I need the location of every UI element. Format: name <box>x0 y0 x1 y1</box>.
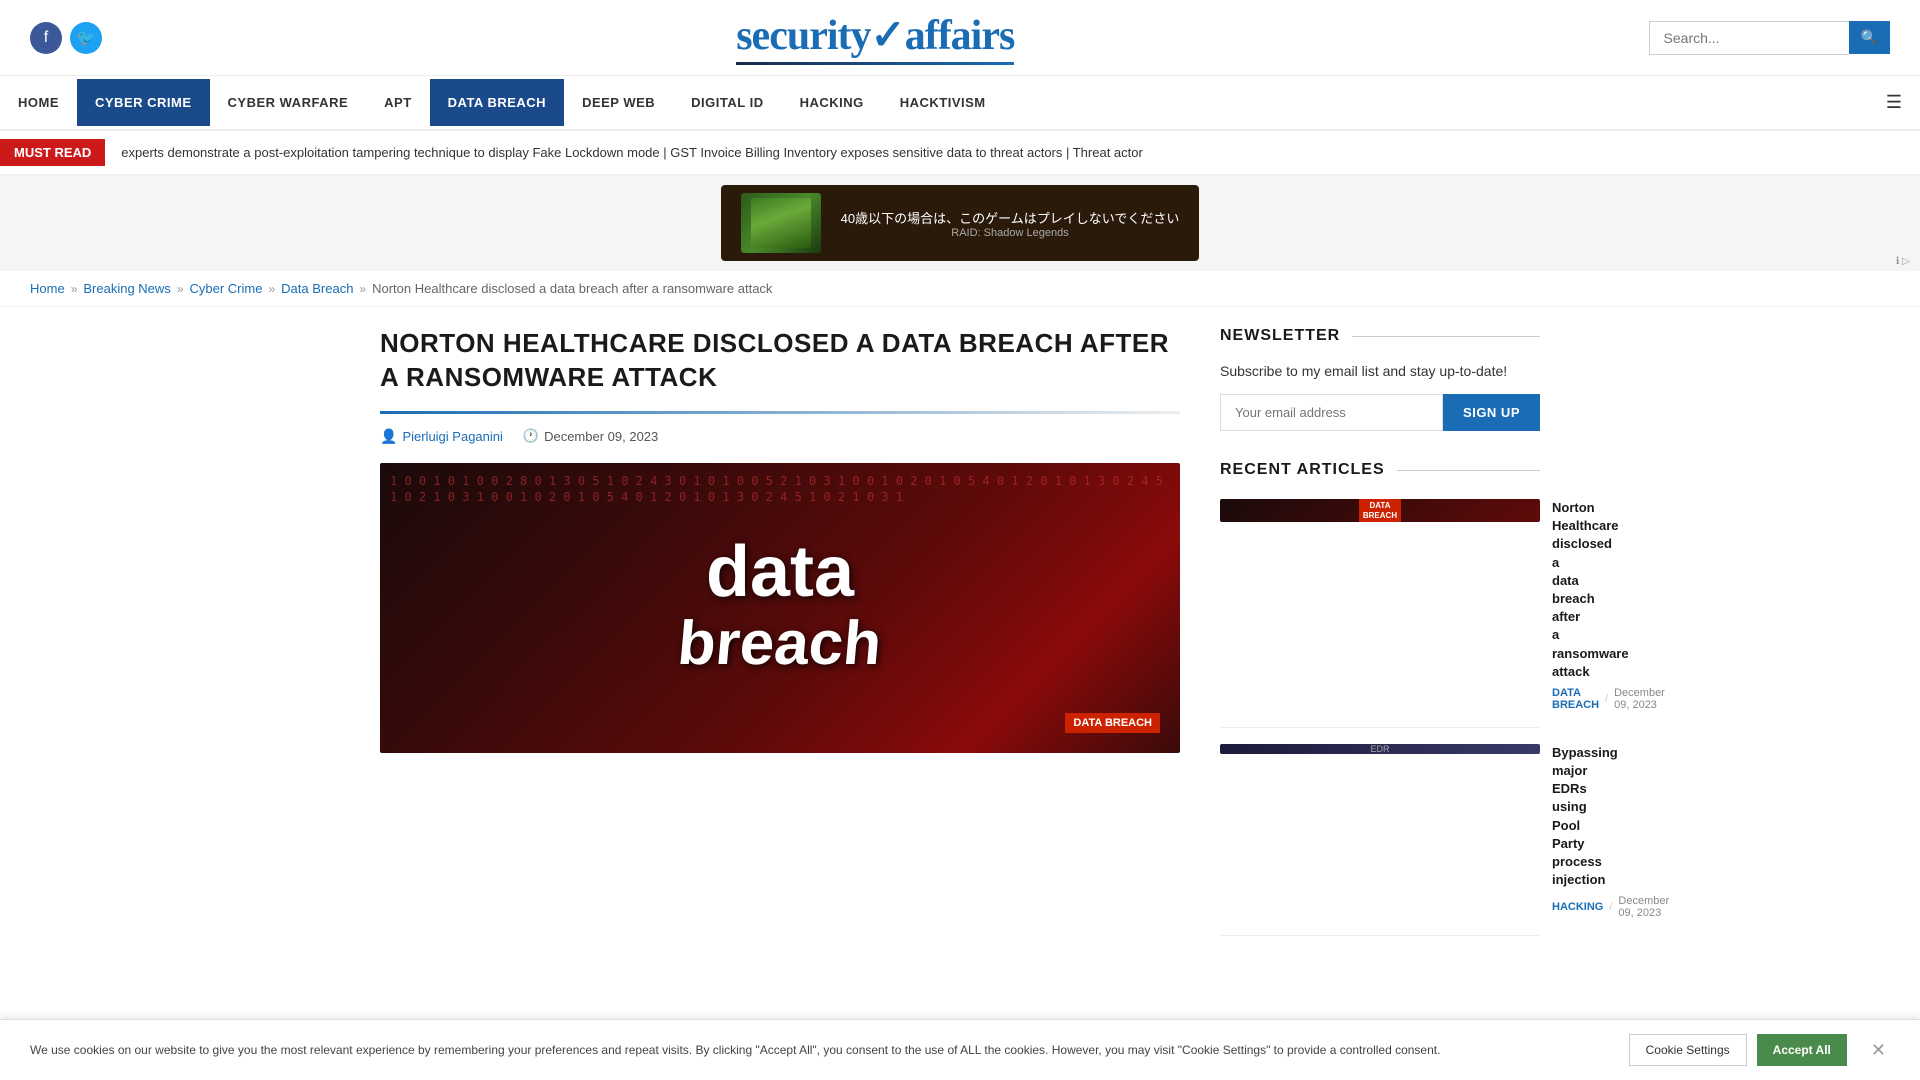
article-author[interactable]: Pierluigi Paganini <box>402 429 502 444</box>
article-hero-image: 1 0 0 1 0 1 0 0 2 8 0 1 3 0 5 1 0 2 4 3 … <box>380 463 1180 753</box>
nav-item-cyber-warfare[interactable]: CYBER WARFARE <box>210 79 367 126</box>
search-button[interactable]: 🔍 <box>1849 21 1890 54</box>
ad-image-inner <box>751 198 811 248</box>
ad-info-icon[interactable]: ℹ ▷ <box>1896 256 1910 267</box>
ad-banner: 40歳以下の場合は、このゲームはプレイしないでください RAID: Shadow… <box>0 175 1920 271</box>
close-cookie-icon[interactable]: ✕ <box>1867 1040 1890 1061</box>
nav-item-cyber-crime[interactable]: CYBER CRIME <box>77 79 210 126</box>
article-author-area: 👤 Pierluigi Paganini <box>380 428 503 445</box>
article-main: NORTON HEALTHCARE DISCLOSED A DATA BREAC… <box>380 327 1180 966</box>
breadcrumb-sep-4: » <box>359 282 366 296</box>
hero-data-badge: Data Breach <box>1065 713 1160 733</box>
newsletter-email-input[interactable] <box>1220 394 1443 431</box>
author-icon: 👤 <box>380 428 397 445</box>
cookie-banner: We use cookies on our website to give yo… <box>0 1019 1920 1080</box>
ad-sub-text: RAID: Shadow Legends <box>841 227 1180 239</box>
recent-tag-1[interactable]: DATA BREACH <box>1552 687 1599 711</box>
newsletter-input-row: SIGN UP <box>1220 394 1540 431</box>
clock-icon: 🕐 <box>523 428 539 444</box>
breadcrumb-current: Norton Healthcare disclosed a data breac… <box>372 281 772 296</box>
logo-underline <box>736 62 1014 65</box>
hamburger-menu-icon[interactable]: ☰ <box>1868 76 1920 129</box>
recent-article-thumb-1: databreach <box>1220 499 1540 522</box>
ad-inner[interactable]: 40歳以下の場合は、このゲームはプレイしないでください RAID: Shadow… <box>721 185 1200 261</box>
signup-button[interactable]: SIGN UP <box>1443 394 1540 431</box>
cookie-text: We use cookies on our website to give yo… <box>30 1041 1609 1059</box>
recent-articles-title: RECENT ARTICLES <box>1220 461 1540 479</box>
article-date-area: 🕐 December 09, 2023 <box>523 428 658 444</box>
ad-text-area: 40歳以下の場合は、このゲームはプレイしないでください RAID: Shadow… <box>841 208 1180 239</box>
breadcrumb-data-breach[interactable]: Data Breach <box>281 281 353 296</box>
article-meta-divider <box>380 411 1180 414</box>
nav-item-hacktivism[interactable]: HACKTIVISM <box>882 79 1004 126</box>
newsletter-section: NEWSLETTER Subscribe to my email list an… <box>1220 327 1540 431</box>
ad-main-text: 40歳以下の場合は、このゲームはプレイしないでください <box>841 208 1180 227</box>
recent-date-2: December 09, 2023 <box>1618 895 1669 919</box>
site-logo[interactable]: security✓affairs <box>736 10 1014 60</box>
breadcrumb-home[interactable]: Home <box>30 281 65 296</box>
ticker-bar: MUST READ experts demonstrate a post-exp… <box>0 131 1920 175</box>
ticker-text: experts demonstrate a post-exploitation … <box>121 145 1143 160</box>
article-meta: 👤 Pierluigi Paganini 🕐 December 09, 2023 <box>380 428 1180 445</box>
hero-data-text: data <box>678 536 881 608</box>
breadcrumb-sep-1: » <box>71 282 78 296</box>
newsletter-form: Subscribe to my email list and stay up-t… <box>1220 361 1540 431</box>
ad-image <box>741 193 821 253</box>
breadcrumb-cyber-crime[interactable]: Cyber Crime <box>190 281 263 296</box>
thumb-badge-db: databreach <box>1359 499 1401 522</box>
nav-item-hacking[interactable]: HACKING <box>782 79 882 126</box>
sidebar: NEWSLETTER Subscribe to my email list an… <box>1220 327 1540 966</box>
breadcrumb-sep-3: » <box>268 282 275 296</box>
newsletter-title-line <box>1352 336 1540 337</box>
recent-date-1: December 09, 2023 <box>1614 687 1665 711</box>
recent-article-item-2: EDR Bypassing major EDRs using Pool Part… <box>1220 728 1540 937</box>
nav-item-apt[interactable]: APT <box>366 79 430 126</box>
recent-articles-title-line <box>1397 470 1540 471</box>
breadcrumb-breaking-news[interactable]: Breaking News <box>83 281 170 296</box>
nav-item-deep-web[interactable]: DEEP WEB <box>564 79 673 126</box>
article-title: NORTON HEALTHCARE DISCLOSED A DATA BREAC… <box>380 327 1180 395</box>
hero-text-overlay: data breach <box>678 536 881 679</box>
nav-item-digital-id[interactable]: DIGITAL ID <box>673 79 781 126</box>
recent-article-item: databreach Norton Healthcare disclosed a… <box>1220 483 1540 728</box>
newsletter-desc: Subscribe to my email list and stay up-t… <box>1220 361 1540 382</box>
logo-part1: security <box>736 13 870 59</box>
hero-breach-text: breach <box>675 608 885 679</box>
cookie-settings-button[interactable]: Cookie Settings <box>1629 1034 1747 1066</box>
breadcrumb-sep-2: » <box>177 282 184 296</box>
social-icons: f 🐦 <box>30 22 102 54</box>
logo-area: security✓affairs <box>736 10 1014 65</box>
logo-part2: ✓ <box>871 13 905 59</box>
newsletter-title: NEWSLETTER <box>1220 327 1540 345</box>
accept-all-button[interactable]: Accept All <box>1757 1034 1847 1066</box>
cookie-buttons: Cookie Settings Accept All <box>1629 1034 1847 1066</box>
nav-item-home[interactable]: HOME <box>0 79 77 126</box>
article-date: December 09, 2023 <box>544 429 658 444</box>
twitter-icon[interactable]: 🐦 <box>70 22 102 54</box>
logo-part3: affairs <box>905 13 1015 59</box>
recent-article-thumb-2: EDR <box>1220 744 1540 754</box>
main-nav: HOME CYBER CRIME CYBER WARFARE APT DATA … <box>0 76 1920 131</box>
thumb-edr-text: EDR <box>1370 744 1389 754</box>
recent-articles-section: RECENT ARTICLES databreach Norton Health… <box>1220 461 1540 936</box>
nav-item-data-breach[interactable]: DATA BREACH <box>430 79 564 126</box>
breadcrumb: Home » Breaking News » Cyber Crime » Dat… <box>0 271 1920 307</box>
search-input[interactable] <box>1649 21 1849 55</box>
top-header: f 🐦 security✓affairs 🔍 <box>0 0 1920 76</box>
recent-tag-2[interactable]: HACKING <box>1552 901 1603 913</box>
search-area: 🔍 <box>1649 21 1890 55</box>
must-read-badge: MUST READ <box>0 139 105 166</box>
facebook-icon[interactable]: f <box>30 22 62 54</box>
main-layout: NORTON HEALTHCARE DISCLOSED A DATA BREAC… <box>350 307 1570 986</box>
